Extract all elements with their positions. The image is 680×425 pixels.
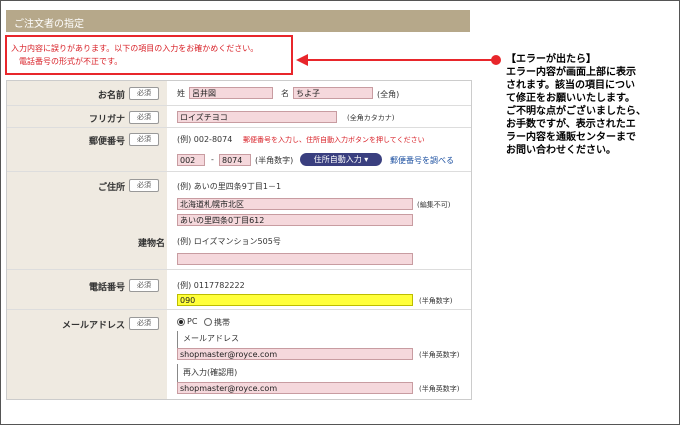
mei-label: 名 xyxy=(281,89,289,98)
email-confirm-note: (半角英数字) xyxy=(419,385,460,393)
note-line: て修正をお願いいたします。 xyxy=(506,93,635,104)
furigana-label: フリガナ xyxy=(88,115,125,125)
address-autofill-button[interactable]: 住所自動入力 ▾ xyxy=(300,153,382,166)
pc-radio[interactable] xyxy=(177,318,185,326)
row-furigana: フリガナ 必須 ロイズチヨコ (全角カタカナ) xyxy=(7,105,471,128)
order-form: お名前 必須 姓 呂井図 名 ちよ子 (全角) フリガナ 必須 ロイズチヨコ (… xyxy=(6,80,472,400)
email-input[interactable]: shopmaster@royce.com xyxy=(177,348,413,360)
furigana-input[interactable]: ロイズチヨコ xyxy=(177,111,337,123)
furigana-note: (全角カタカナ) xyxy=(347,114,395,122)
note-line: お手数ですが、表示されたエ xyxy=(506,119,636,130)
chevron-down-icon: ▾ xyxy=(364,155,369,164)
row-building: 建物名 (例) ロイズマンション505号 xyxy=(7,229,471,269)
note-line: ラー内容を通販センターまで xyxy=(506,132,636,143)
arrow-line xyxy=(306,59,496,61)
mobile-radio[interactable] xyxy=(204,318,212,326)
row-phone: 電話番号 必須 (例) 0117782222 090 (半角数字) xyxy=(7,269,471,310)
email-confirm-divider xyxy=(177,364,178,382)
postal-label: 郵便番号 xyxy=(88,137,125,147)
postal-hint: 郵便番号を入力し、住所自動入力ボタンを押してください xyxy=(243,136,425,144)
pc-label: PC xyxy=(187,317,198,326)
address-label: ご住所 xyxy=(97,183,125,193)
required-badge: 必須 xyxy=(129,317,159,330)
postal-first-input[interactable]: 002 xyxy=(177,154,205,166)
email-confirm-input[interactable]: shopmaster@royce.com xyxy=(177,382,413,394)
note-line: ご不明な点がございましたら、 xyxy=(506,106,646,117)
postal-lookup-link[interactable]: 郵便番号を調べる xyxy=(390,155,454,166)
building-input[interactable] xyxy=(177,253,413,265)
name-label: お名前 xyxy=(97,91,125,101)
section-header: ご注文者の指定 xyxy=(6,10,470,32)
note-line: されます。該当の項目につい xyxy=(506,80,635,91)
postal-note: (半角数字) xyxy=(255,156,294,165)
autofill-label: 住所自動入力 xyxy=(313,155,362,164)
address-line2-input[interactable]: あいの里四条0丁目612 xyxy=(177,214,413,226)
sei-input[interactable]: 呂井図 xyxy=(189,87,273,99)
address-example: (例) あいの里四条9丁目1－1 xyxy=(177,182,282,191)
note-line: お問い合わせください。 xyxy=(506,145,616,156)
postal-example: (例) 002-8074 xyxy=(177,135,233,144)
email-note: (半角英数字) xyxy=(419,351,460,359)
section-title: ご注文者の指定 xyxy=(14,19,84,30)
phone-note: (半角数字) xyxy=(419,297,453,305)
required-badge: 必須 xyxy=(129,133,159,146)
mei-input[interactable]: ちよ子 xyxy=(293,87,373,99)
address-line1-input: 北海道札幌市北区 xyxy=(177,198,413,210)
address-line1-note: (編集不可) xyxy=(417,201,451,209)
row-label-bg xyxy=(7,229,167,269)
error-box: 入力内容に誤りがあります。以下の項目の入力をお確かめください。 電話番号の形式が… xyxy=(5,35,293,75)
phone-input[interactable]: 090 xyxy=(177,294,413,306)
error-message: 入力内容に誤りがあります。以下の項目の入力をお確かめください。 xyxy=(11,44,259,53)
required-badge: 必須 xyxy=(129,111,159,124)
note-line: エラー内容が画面上部に表示 xyxy=(506,67,636,78)
row-postal: 郵便番号 必須 (例) 002-8074 郵便番号を入力し、住所自動入力ボタンを… xyxy=(7,127,471,172)
required-badge: 必須 xyxy=(129,279,159,292)
row-address: ご住所 必須 (例) あいの里四条9丁目1－1 北海道札幌市北区 (編集不可) … xyxy=(7,171,471,230)
row-name: お名前 必須 姓 呂井図 名 ちよ子 (全角) xyxy=(7,81,471,105)
row-email: メールアドレス 必須 PC 携帯 メールアドレス shopmaster@royc… xyxy=(7,309,471,399)
email-confirm-label: 再入力(確認用) xyxy=(183,368,238,377)
phone-label: 電話番号 xyxy=(88,283,125,293)
sei-label: 姓 xyxy=(177,89,185,98)
building-label: 建物名 xyxy=(137,239,165,249)
mobile-label: 携帯 xyxy=(214,318,230,327)
postal-dash: - xyxy=(211,155,214,164)
note-title: 【エラーが出たら】 xyxy=(506,54,596,65)
arrow-dot-icon xyxy=(491,55,501,65)
required-badge: 必須 xyxy=(129,87,159,100)
email-address-label: メールアドレス xyxy=(183,334,239,343)
postal-second-input[interactable]: 8074 xyxy=(219,154,251,166)
building-example: (例) ロイズマンション505号 xyxy=(177,237,281,246)
email-label: メールアドレス xyxy=(61,321,125,331)
error-detail: 電話番号の形式が不正です。 xyxy=(19,57,123,66)
annotation-note: 【エラーが出たら】 エラー内容が画面上部に表示 されます。該当の項目につい て修… xyxy=(506,53,678,157)
required-badge: 必須 xyxy=(129,179,159,192)
name-note: (全角) xyxy=(377,90,400,99)
phone-example: (例) 0117782222 xyxy=(177,281,245,290)
